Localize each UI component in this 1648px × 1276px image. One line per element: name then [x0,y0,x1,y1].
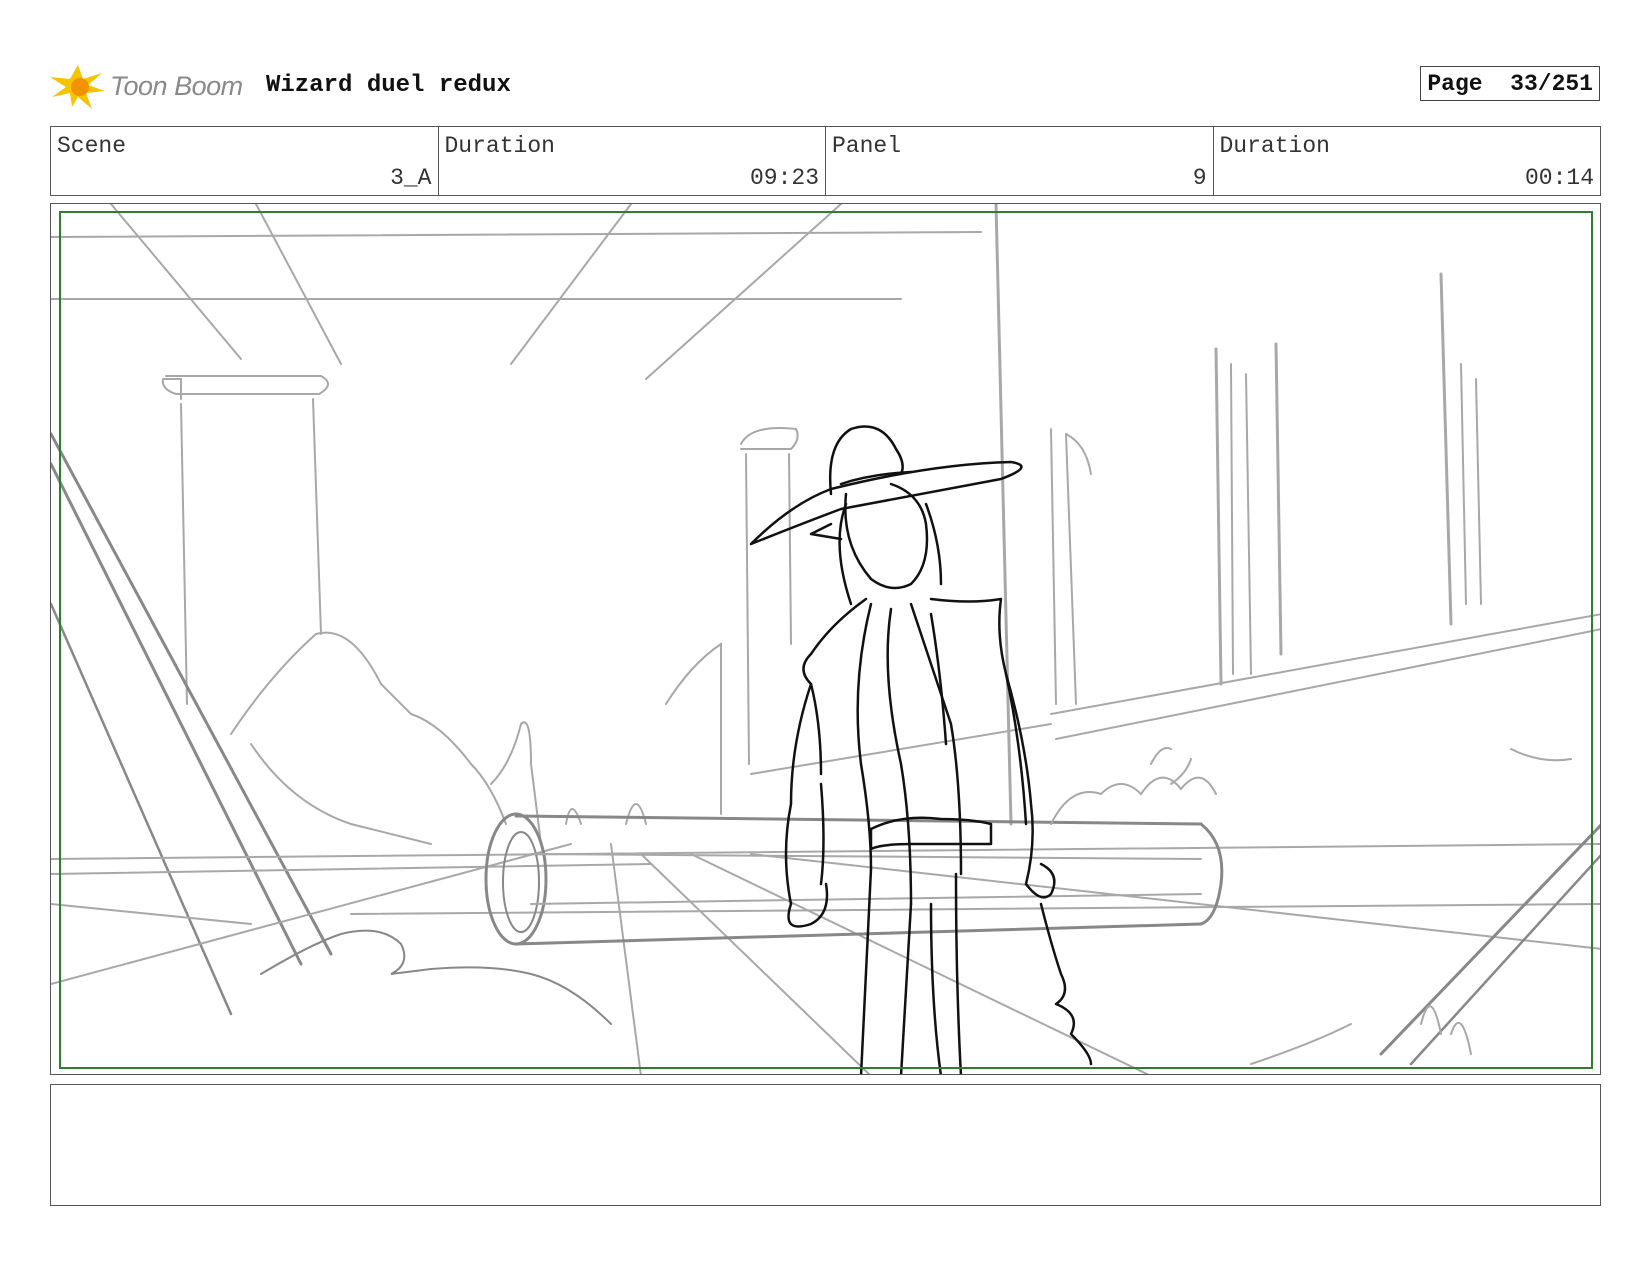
panel-sketch [51,204,1600,1074]
panel-cell: Panel 9 [826,127,1214,195]
scene-value: 3_A [390,165,432,191]
panel-label: Panel [832,133,902,159]
wizard-character-sketch [749,425,1093,1074]
storyboard-panel [50,203,1601,1075]
scene-duration-label: Duration [444,133,555,159]
page-value: 33/251 [1510,71,1593,97]
logo-text: Toon Boom [110,70,243,101]
scene-duration-cell: Duration 09:23 [439,127,826,195]
panel-value: 9 [1192,165,1207,191]
scene-label: Scene [57,133,127,159]
starburst-icon [50,65,105,109]
panel-duration-value: 00:14 [1524,165,1594,191]
panel-notes[interactable] [50,1084,1601,1206]
panel-duration-cell: Duration 00:14 [1214,127,1601,195]
scene-info-table: Scene 3_A Duration 09:23 Panel 9 Duratio… [50,126,1601,196]
panel-duration-label: Duration [1219,133,1330,159]
background-sketch [51,204,1600,1074]
scene-cell: Scene 3_A [51,127,439,195]
page-label: Page [1427,71,1483,97]
page-indicator: Page 33/251 [1420,66,1600,101]
project-title: Wizard duel redux [266,72,511,99]
header: Toon Boom Wizard duel redux Page 33/251 [50,55,1600,115]
toon-boom-logo: Toon Boom [50,61,243,111]
scene-duration-value: 09:23 [749,165,819,191]
